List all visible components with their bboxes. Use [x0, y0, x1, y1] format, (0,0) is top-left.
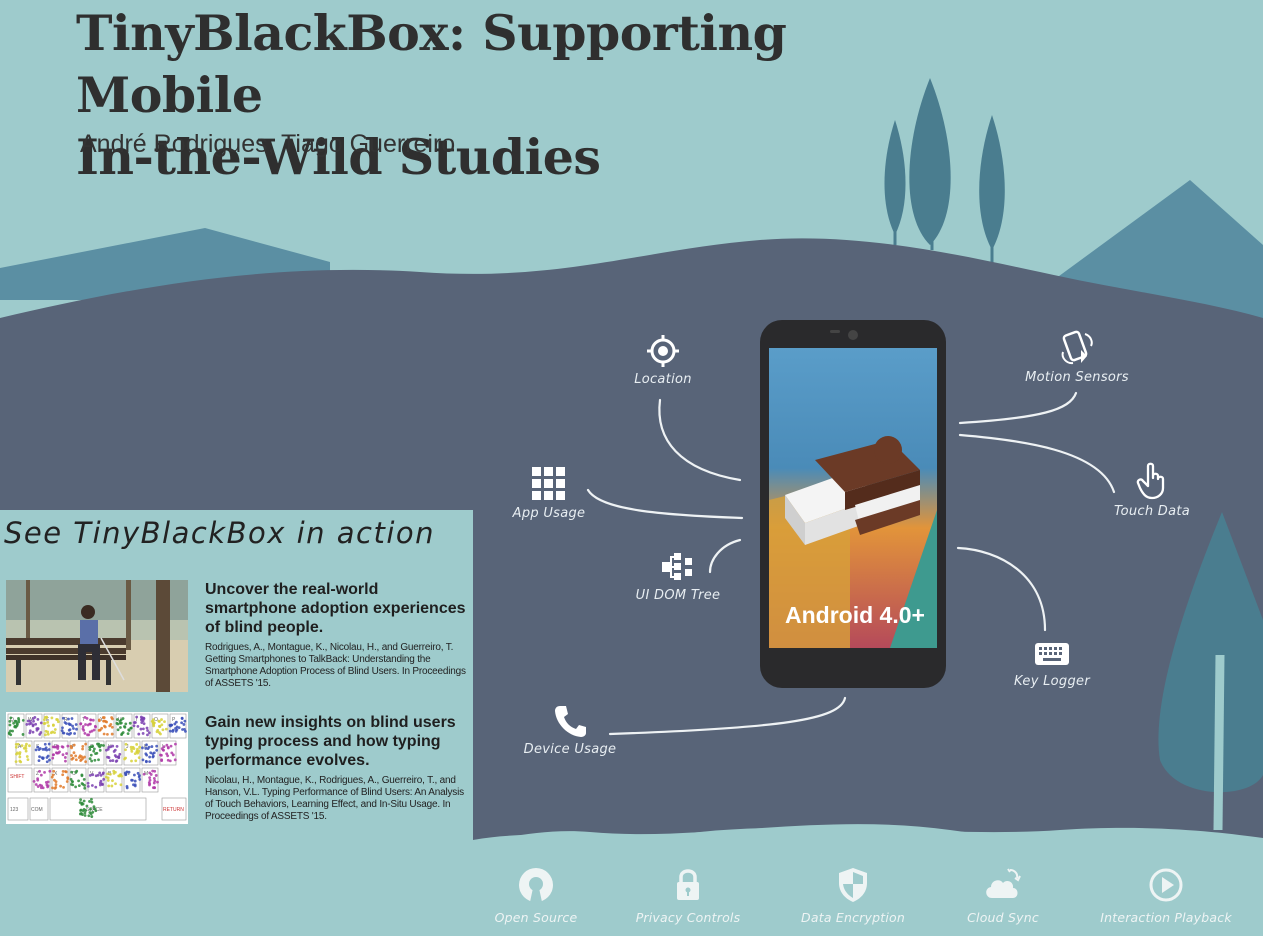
poster: TinyBlackBox: Supporting Mobile In-the-W… [0, 0, 1263, 936]
feature-label: UI DOM Tree [635, 588, 721, 603]
feature-location: Location [623, 334, 703, 387]
play-icon [1149, 868, 1183, 902]
feature-label: Touch Data [1113, 504, 1191, 519]
feature-app-usage: App Usage [506, 466, 592, 521]
story-heading: Gain new insights on blind users typing … [205, 714, 456, 769]
bottom-open-source: Open Source [490, 862, 582, 928]
cloud-sync-icon [986, 868, 1021, 898]
bottom-label: Privacy Controls [635, 910, 741, 925]
feature-device-usage: Device Usage [518, 704, 622, 757]
bottom-privacy-controls: Privacy Controls [630, 862, 746, 928]
bottom-interaction-playback: Interaction Playback [1094, 862, 1238, 928]
bottom-label: Data Encryption [801, 910, 905, 925]
open-source-icon [519, 868, 553, 902]
shield-icon [839, 868, 867, 902]
bottom-label: Open Source [494, 910, 578, 925]
story-citation: Rodrigues, A., Montague, K., Nicolau, H.… [205, 642, 466, 689]
feature-label: Device Usage [523, 742, 617, 757]
bottom-label: Interaction Playback [1100, 910, 1232, 925]
crosshair-icon [647, 335, 679, 367]
feature-label: Key Logger [1014, 674, 1090, 689]
lock-icon [677, 869, 699, 900]
phone-rotate-icon [1061, 330, 1093, 365]
adoption-study-photo [6, 580, 188, 692]
android-version-label: Android 4.0+ [785, 602, 925, 628]
authors: André Rodrigues, Tiago Guerreiro [80, 130, 456, 158]
hand-pointer-icon [1136, 462, 1165, 500]
story-typing: Gain new insights on blind users typing … [205, 713, 467, 823]
feature-key-logger: Key Logger [1008, 640, 1096, 689]
poster-title: TinyBlackBox: Supporting Mobile In-the-W… [76, 2, 976, 188]
typing-heatmap-image: QWERTYUIOPASDFGHJKLSHIFTZXCVBNM123COMSPA… [6, 712, 188, 824]
feature-ui-dom-tree: UI DOM Tree [632, 550, 724, 603]
keyboard-key-label: SHIFT [10, 774, 24, 780]
story-adoption: Uncover the real-world smartphone adopti… [205, 580, 467, 690]
bottom-label: Cloud Sync [967, 910, 1039, 925]
action-panel-title: See TinyBlackBox in action [4, 516, 436, 550]
story-citation: Nicolau, H., Montague, K., Rodrigues, A.… [205, 775, 464, 822]
android-phone [760, 320, 946, 688]
grid-icon [532, 467, 565, 500]
story-heading: Uncover the real-world smartphone adopti… [205, 581, 466, 636]
phone-handset-icon [555, 706, 586, 737]
feature-label: Motion Sensors [1025, 370, 1129, 385]
bottom-cloud-sync: Cloud Sync [960, 862, 1046, 928]
feature-label: Location [634, 372, 692, 387]
feature-touch-data: Touch Data [1108, 460, 1196, 519]
keyboard-key-label: RETURN [163, 807, 184, 813]
feature-motion-sensors: Motion Sensors [1018, 330, 1136, 385]
keyboard-icon [1035, 643, 1069, 665]
feature-label: App Usage [512, 506, 586, 521]
bottom-data-encryption: Data Encryption [796, 862, 910, 928]
keyboard-key-label: COM [31, 807, 43, 813]
title-line-1: TinyBlackBox: Supporting Mobile [76, 4, 787, 124]
keyboard-key-label: 123 [10, 807, 19, 813]
tree-icon [662, 553, 692, 580]
